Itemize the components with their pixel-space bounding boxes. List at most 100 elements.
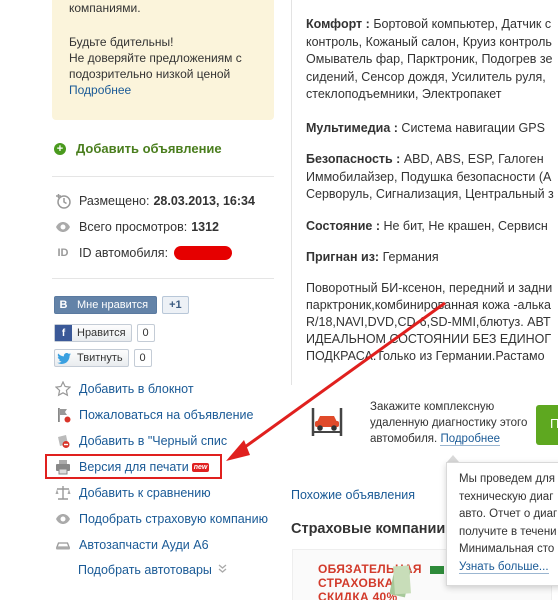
fb-like-widget: f Нравится 0 bbox=[54, 324, 155, 342]
vk-like-count: +1 bbox=[162, 296, 189, 314]
chevron-down-icon bbox=[218, 564, 227, 577]
new-badge: new bbox=[191, 462, 210, 472]
views-value: 1312 bbox=[191, 220, 219, 234]
printer-icon bbox=[54, 459, 71, 475]
comfort-line: контроль, Кожаный салон, Круиз контроль bbox=[306, 34, 552, 49]
popup-arrow bbox=[447, 455, 459, 462]
print-version-label: Версия для печати bbox=[79, 460, 189, 474]
plus-icon: + bbox=[54, 142, 66, 155]
auto-parts-label: Автозапчасти Ауди А6 bbox=[79, 538, 209, 552]
warning-more-link[interactable]: Подробнее bbox=[69, 82, 258, 98]
complain-link[interactable]: Пожаловаться на объявление bbox=[54, 406, 253, 424]
multimedia-label: Мультимедиа : bbox=[306, 121, 398, 135]
views-row: Всего просмотров: 1312 bbox=[54, 218, 219, 236]
pick-insurance-label: Подобрать страховую компанию bbox=[79, 512, 268, 526]
facebook-icon: f bbox=[55, 325, 72, 341]
add-to-notepad-link[interactable]: Добавить в блокнот bbox=[54, 380, 194, 398]
fb-like-button[interactable]: f Нравится bbox=[54, 324, 132, 342]
warning-title: Будьте бдительны! bbox=[69, 35, 174, 49]
placed-row: Размещено: 28.03.2013, 16:34 bbox=[54, 192, 255, 210]
car-id-label: ID автомобиля: bbox=[79, 246, 169, 260]
placed-label: Размещено: bbox=[79, 194, 150, 208]
warning-line: Не доверяйте предложениям с bbox=[69, 51, 242, 65]
comfort-line: Бортовой компьютер, Датчик с bbox=[373, 17, 552, 31]
popup-more-link[interactable]: Узнать больше... bbox=[459, 560, 549, 574]
fb-like-count: 0 bbox=[136, 324, 155, 342]
tweet-count: 0 bbox=[133, 349, 152, 367]
eye-icon bbox=[54, 219, 72, 235]
safety-line: ABD, ABS, ESP, Галоген bbox=[403, 152, 544, 166]
car-lift-icon bbox=[310, 404, 344, 438]
condition-value: Не бит, Не крашен, Сервисн bbox=[383, 219, 548, 233]
add-to-blacklist-link[interactable]: Добавить в "Черный спис bbox=[54, 432, 227, 450]
description-line: парктроник,комбинированная кожа -алька bbox=[306, 298, 551, 312]
popup-line: техническую диаг bbox=[459, 490, 554, 503]
imported-value: Германия bbox=[382, 250, 439, 264]
print-version-link[interactable]: Версия для печати new bbox=[54, 458, 210, 476]
vk-like-button[interactable]: В Мне нравится bbox=[54, 296, 158, 314]
add-ad-button[interactable]: + Добавить объявление bbox=[54, 141, 222, 156]
add-to-compare-label: Добавить к сравнению bbox=[79, 486, 211, 500]
comfort-line: сидений, Сенсор дождя, Усилитель руля, bbox=[306, 69, 546, 84]
diagnostic-text: Закажите комплексную удаленную диагности… bbox=[370, 399, 527, 447]
car-parts-icon bbox=[54, 537, 71, 553]
pick-goods-link[interactable]: Подобрать автотовары bbox=[78, 563, 227, 577]
add-to-compare-link[interactable]: Добавить к сравнению bbox=[54, 484, 211, 502]
comfort-label: Комфорт : bbox=[306, 17, 370, 31]
block-icon bbox=[54, 433, 71, 449]
insurance-title: Страховые компании bbox=[291, 521, 446, 537]
safety-line: Серворуль, Сигнализация, Центральный з bbox=[306, 187, 554, 201]
comfort-spec: Комфорт : Бортовой компьютер, Датчик с к… bbox=[306, 16, 552, 104]
description-line: ПОДКРАСА.Только из Германии.Растамо bbox=[306, 349, 545, 363]
pick-insurance-link[interactable]: Подобрать страховую компанию bbox=[54, 510, 268, 528]
fb-like-label: Нравится bbox=[77, 327, 126, 339]
placed-value: 28.03.2013, 16:34 bbox=[153, 194, 255, 208]
id-icon: ID bbox=[57, 247, 69, 259]
diagnostic-more-link[interactable]: Подробнее bbox=[440, 433, 501, 446]
multimedia-value: Система навигации GPS bbox=[401, 121, 545, 135]
diagnostic-line: Закажите комплексную bbox=[370, 401, 495, 413]
add-to-notepad-label: Добавить в блокнот bbox=[79, 382, 194, 396]
similar-ads-link[interactable]: Похожие объявления bbox=[291, 488, 415, 502]
complain-label: Пожаловаться на объявление bbox=[79, 408, 254, 422]
banknote-icon bbox=[390, 565, 411, 598]
warning-notice: компаниями. Будьте бдительны! Не доверяй… bbox=[52, 0, 274, 120]
add-to-blacklist-label: Добавить в "Черный спис bbox=[79, 434, 228, 448]
imported-label: Пригнан из: bbox=[306, 250, 380, 264]
multimedia-spec: Мультимедиа : Система навигации GPS bbox=[306, 120, 545, 138]
views-label: Всего просмотров: bbox=[79, 220, 188, 234]
add-ad-label: Добавить объявление bbox=[76, 141, 222, 156]
diagnostic-order-button[interactable]: П bbox=[536, 405, 558, 445]
comfort-line: стеклоподъемники, Электропакет bbox=[306, 87, 502, 101]
description-line: Поворотный БИ-ксенон, передний и задни bbox=[306, 281, 553, 295]
condition-label: Состояние : bbox=[306, 219, 380, 233]
popup-line: Минимальная сто bbox=[459, 543, 555, 555]
description-line: R/18,NAVI,DVD,CD-6,SD-MMI,блютуз. АВТ bbox=[306, 315, 551, 329]
popup-line: авто. Отчет о диаг bbox=[459, 508, 558, 520]
banknote-icon bbox=[430, 566, 444, 574]
eye-icon bbox=[54, 511, 71, 527]
redacted-mark bbox=[174, 246, 233, 260]
warning-line: компаниями. bbox=[69, 1, 141, 15]
vk-icon: В bbox=[55, 297, 72, 313]
safety-line: Иммобилайзер, Подушка безопасности (А bbox=[306, 169, 552, 184]
scales-icon bbox=[54, 485, 71, 501]
twitter-icon bbox=[55, 350, 72, 366]
pick-goods-label: Подобрать автотовары bbox=[78, 563, 212, 577]
description: Поворотный БИ-ксенон, передний и задни п… bbox=[306, 280, 552, 365]
tweet-button[interactable]: Твитнуть bbox=[54, 349, 129, 367]
popup-line: получите в течени bbox=[459, 525, 557, 538]
diagnostic-popup: Мы проведем для техническую диаг авто. О… bbox=[446, 462, 558, 586]
tweet-label: Твитнуть bbox=[77, 352, 123, 364]
condition-spec: Состояние : Не бит, Не крашен, Сервисн bbox=[306, 218, 548, 236]
warning-line: подозрительно низкой ценой bbox=[69, 67, 231, 81]
flag-icon bbox=[54, 407, 71, 423]
clock-icon bbox=[54, 193, 72, 209]
safety-label: Безопасность : bbox=[306, 152, 401, 166]
diagnostic-line: автомобиля. bbox=[370, 433, 438, 445]
auto-parts-link[interactable]: Автозапчасти Ауди А6 bbox=[54, 536, 209, 554]
star-icon bbox=[54, 381, 71, 397]
divider bbox=[52, 278, 274, 279]
comfort-line: Омыватель фар, Парктроник, Подогрев зе bbox=[306, 52, 553, 66]
tweet-widget: Твитнуть 0 bbox=[54, 349, 152, 367]
